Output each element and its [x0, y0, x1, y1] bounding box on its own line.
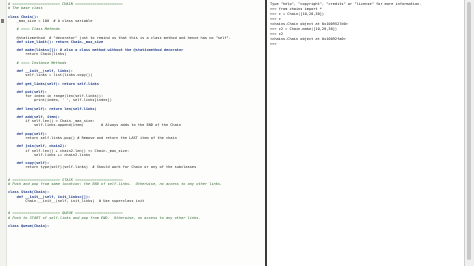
shell-output[interactable]: Type "help", "copyright", "credits" or "… [270, 2, 464, 47]
code-line[interactable]: class Queue(Chain): [8, 224, 263, 228]
shell-scrollbar-thumb[interactable] [467, 2, 471, 260]
code-definition: class Queue(Chain): [8, 223, 50, 228]
code-text-area[interactable]: # ====================== CHAIN =========… [1, 2, 263, 228]
code-editor-pane[interactable]: # ====================== CHAIN =========… [0, 0, 265, 266]
shell-line: >>> [270, 42, 279, 46]
python-shell-pane[interactable]: Type "help", "copyright", "credits" or "… [267, 0, 474, 266]
editor-gutter [0, 0, 7, 266]
shell-scrollbar[interactable] [464, 0, 474, 266]
